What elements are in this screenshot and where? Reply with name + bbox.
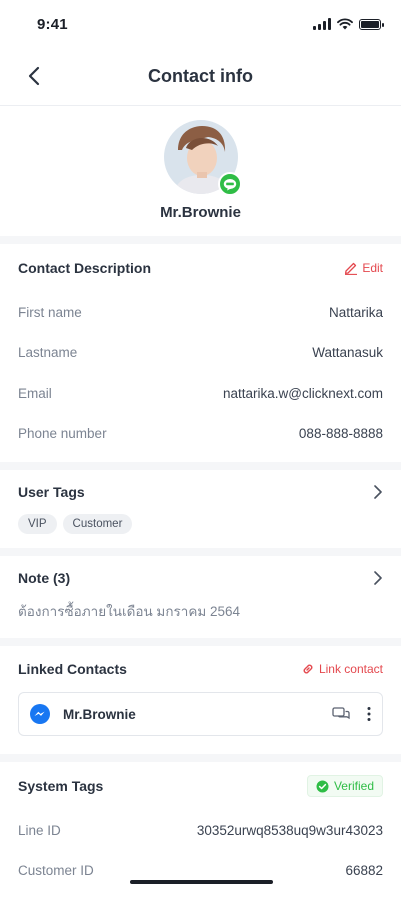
field-value: 088-888-8888 [298, 426, 383, 442]
section-title: Contact Description [18, 260, 152, 276]
home-indicator[interactable] [130, 880, 273, 884]
link-contact-label: Link contact [318, 662, 383, 676]
field-label: First name [18, 304, 82, 320]
verified-badge: Verified [306, 775, 383, 797]
section-divider [0, 754, 401, 762]
field-value: Nattarika [328, 304, 383, 320]
wifi-icon [337, 18, 353, 30]
check-circle-icon [316, 780, 329, 792]
field-label: Customer ID [18, 863, 94, 879]
system-tags-section: System Tags Verified Line ID 30352urwq85… [0, 762, 401, 891]
chevron-right-icon[interactable] [373, 484, 383, 500]
edit-label: Edit [362, 261, 383, 275]
status-bar: 9:41 [0, 0, 401, 48]
field-label: Line ID [18, 822, 61, 838]
chat-bubbles-icon[interactable] [332, 706, 350, 722]
more-vertical-icon[interactable] [366, 706, 372, 722]
user-tag[interactable]: VIP [18, 514, 57, 534]
note-section[interactable]: Note (3) ต้องการซื้อภายในเดือน มกราคม 25… [0, 556, 401, 638]
section-divider [0, 548, 401, 556]
edit-pencil-icon [345, 262, 358, 275]
chevron-right-icon[interactable] [373, 570, 383, 586]
link-contact-button[interactable]: Link contact [301, 662, 383, 676]
user-tag-list: VIP Customer [18, 514, 383, 548]
field-row-email: Email nattarika.w@clicknext.com [18, 373, 383, 414]
field-value: Wattanasuk [312, 345, 383, 361]
verified-label: Verified [333, 779, 374, 793]
messenger-icon [30, 704, 50, 724]
linked-contact-card[interactable]: Mr.Brownie [18, 692, 383, 736]
section-title: Note (3) [18, 570, 71, 586]
profile-header: Mr.Brownie [0, 106, 401, 236]
section-divider [0, 638, 401, 646]
linked-contact-name: Mr.Brownie [63, 706, 136, 722]
cellular-signal-icon [313, 18, 331, 30]
field-value: 66882 [345, 863, 383, 879]
section-title: Linked Contacts [18, 661, 127, 677]
field-row-line-id: Line ID 30352urwq8538uq9w3ur43023 [18, 810, 383, 851]
status-time: 9:41 [37, 15, 68, 33]
field-label: Lastname [18, 345, 78, 361]
field-row-first-name: First name Nattarika [18, 292, 383, 333]
section-divider [0, 462, 401, 470]
user-tags-section[interactable]: User Tags VIP Customer [0, 470, 401, 548]
line-app-icon [217, 172, 242, 196]
field-row-customer-id: Customer ID 66882 [18, 851, 383, 892]
nav-bar: Contact info [0, 48, 401, 106]
user-tag[interactable]: Customer [62, 514, 133, 534]
field-value: 30352urwq8538uq9w3ur43023 [196, 822, 383, 838]
field-row-phone: Phone number 088-888-8888 [18, 414, 383, 455]
page-title: Contact info [148, 66, 253, 86]
status-icons [313, 18, 384, 30]
note-text: ต้องการซื้อภายในเดือน มกราคม 2564 [18, 604, 241, 619]
edit-button[interactable]: Edit [344, 261, 383, 275]
section-title: User Tags [18, 484, 85, 500]
section-divider [0, 236, 401, 244]
field-label: Email [18, 385, 52, 401]
profile-name: Mr.Brownie [160, 204, 241, 221]
linked-contacts-section: Linked Contacts Link contact Mr.Brownie [0, 646, 401, 736]
field-label: Phone number [18, 426, 107, 442]
field-row-lastname: Lastname Wattanasuk [18, 333, 383, 374]
back-chevron-icon [28, 66, 40, 86]
section-title: System Tags [18, 778, 104, 794]
avatar[interactable] [163, 120, 242, 196]
back-button[interactable] [22, 64, 46, 88]
field-value: nattarika.w@clicknext.com [222, 385, 383, 401]
contact-description-section: Contact Description Edit First name Natt… [0, 244, 401, 454]
link-icon [303, 664, 313, 674]
battery-icon [359, 18, 384, 30]
